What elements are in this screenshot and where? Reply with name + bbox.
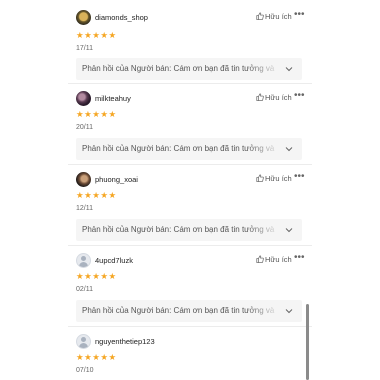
helpful-label: Hữu ích [265, 93, 292, 102]
divider [68, 164, 312, 165]
helpful-button[interactable]: Hữu ích [256, 255, 292, 264]
chevron-down-icon[interactable] [284, 306, 294, 316]
helpful-label: Hữu ích [265, 174, 292, 183]
user-avatar[interactable] [76, 172, 91, 187]
seller-reply-text: Phản hồi của Người bán: Cám ơn bạn đã ti… [82, 144, 275, 153]
chevron-down-icon[interactable] [284, 64, 294, 74]
reviewer-name[interactable]: phuong_xoai [95, 175, 138, 184]
reviewer-name[interactable]: nguyenthetiep123 [95, 337, 155, 346]
thumbs-up-icon [256, 93, 264, 101]
seller-reply[interactable]: Phản hồi của Người bán: Cám ơn bạn đã ti… [76, 300, 302, 322]
more-options-icon[interactable]: ••• [294, 90, 305, 101]
seller-reply[interactable]: Phản hồi của Người bán: Cám ơn bạn đã ti… [76, 138, 302, 160]
chevron-down-icon[interactable] [284, 144, 294, 154]
helpful-button[interactable]: Hữu ích [256, 93, 292, 102]
review-header: 4upcd7luzk Hữu ích ••• [68, 251, 312, 271]
star-rating: ★★★★★ [76, 271, 117, 281]
star-rating: ★★★★★ [76, 190, 117, 200]
review-date: 17/11 [76, 45, 93, 52]
review-item: nguyenthetiep123 ★★★★★ 07/10 [68, 332, 312, 380]
user-avatar[interactable] [76, 334, 91, 349]
review-header: phuong_xoai Hữu ích ••• [68, 170, 312, 190]
review-item: milkteahuy Hữu ích ••• ★★★★★ 20/11 Phản … [68, 89, 312, 165]
more-options-icon[interactable]: ••• [294, 171, 305, 182]
reviewer-name[interactable]: diamonds_shop [95, 13, 148, 22]
reviewer-name[interactable]: 4upcd7luzk [95, 256, 133, 265]
divider [68, 83, 312, 84]
review-item: 4upcd7luzk Hữu ích ••• ★★★★★ 02/11 Phản … [68, 251, 312, 327]
review-item: diamonds_shop Hữu ích ••• ★★★★★ 17/11 Ph… [68, 8, 312, 84]
more-options-icon[interactable]: ••• [294, 252, 305, 263]
more-options-icon[interactable]: ••• [294, 9, 305, 20]
divider [68, 326, 312, 327]
seller-reply-text: Phản hồi của Người bán: Cám ơn bạn đã ti… [82, 225, 275, 234]
helpful-label: Hữu ích [265, 255, 292, 264]
reviewer-name[interactable]: milkteahuy [95, 94, 131, 103]
helpful-label: Hữu ích [265, 12, 292, 21]
star-rating: ★★★★★ [76, 109, 117, 119]
review-header: diamonds_shop Hữu ích ••• [68, 8, 312, 28]
review-header: nguyenthetiep123 [68, 332, 312, 352]
divider [68, 245, 312, 246]
helpful-button[interactable]: Hữu ích [256, 12, 292, 21]
user-avatar[interactable] [76, 10, 91, 25]
review-date: 20/11 [76, 124, 93, 131]
helpful-button[interactable]: Hữu ích [256, 174, 292, 183]
review-date: 07/10 [76, 367, 94, 374]
user-avatar[interactable] [76, 253, 91, 268]
user-avatar[interactable] [76, 91, 91, 106]
seller-reply[interactable]: Phản hồi của Người bán: Cám ơn bạn đã ti… [76, 58, 302, 80]
review-header: milkteahuy Hữu ích ••• [68, 89, 312, 109]
seller-reply[interactable]: Phản hồi của Người bán: Cám ơn bạn đã ti… [76, 219, 302, 241]
chevron-down-icon[interactable] [284, 225, 294, 235]
review-date: 12/11 [76, 205, 93, 212]
review-item: phuong_xoai Hữu ích ••• ★★★★★ 12/11 Phản… [68, 170, 312, 246]
star-rating: ★★★★★ [76, 30, 117, 40]
thumbs-up-icon [256, 255, 264, 263]
thumbs-up-icon [256, 174, 264, 182]
review-date: 02/11 [76, 286, 93, 293]
scrollbar[interactable] [306, 304, 309, 380]
seller-reply-text: Phản hồi của Người bán: Cám ơn bạn đã ti… [82, 306, 275, 315]
seller-reply-text: Phản hồi của Người bán: Cám ơn bạn đã ti… [82, 64, 275, 73]
star-rating: ★★★★★ [76, 352, 117, 362]
thumbs-up-icon [256, 12, 264, 20]
